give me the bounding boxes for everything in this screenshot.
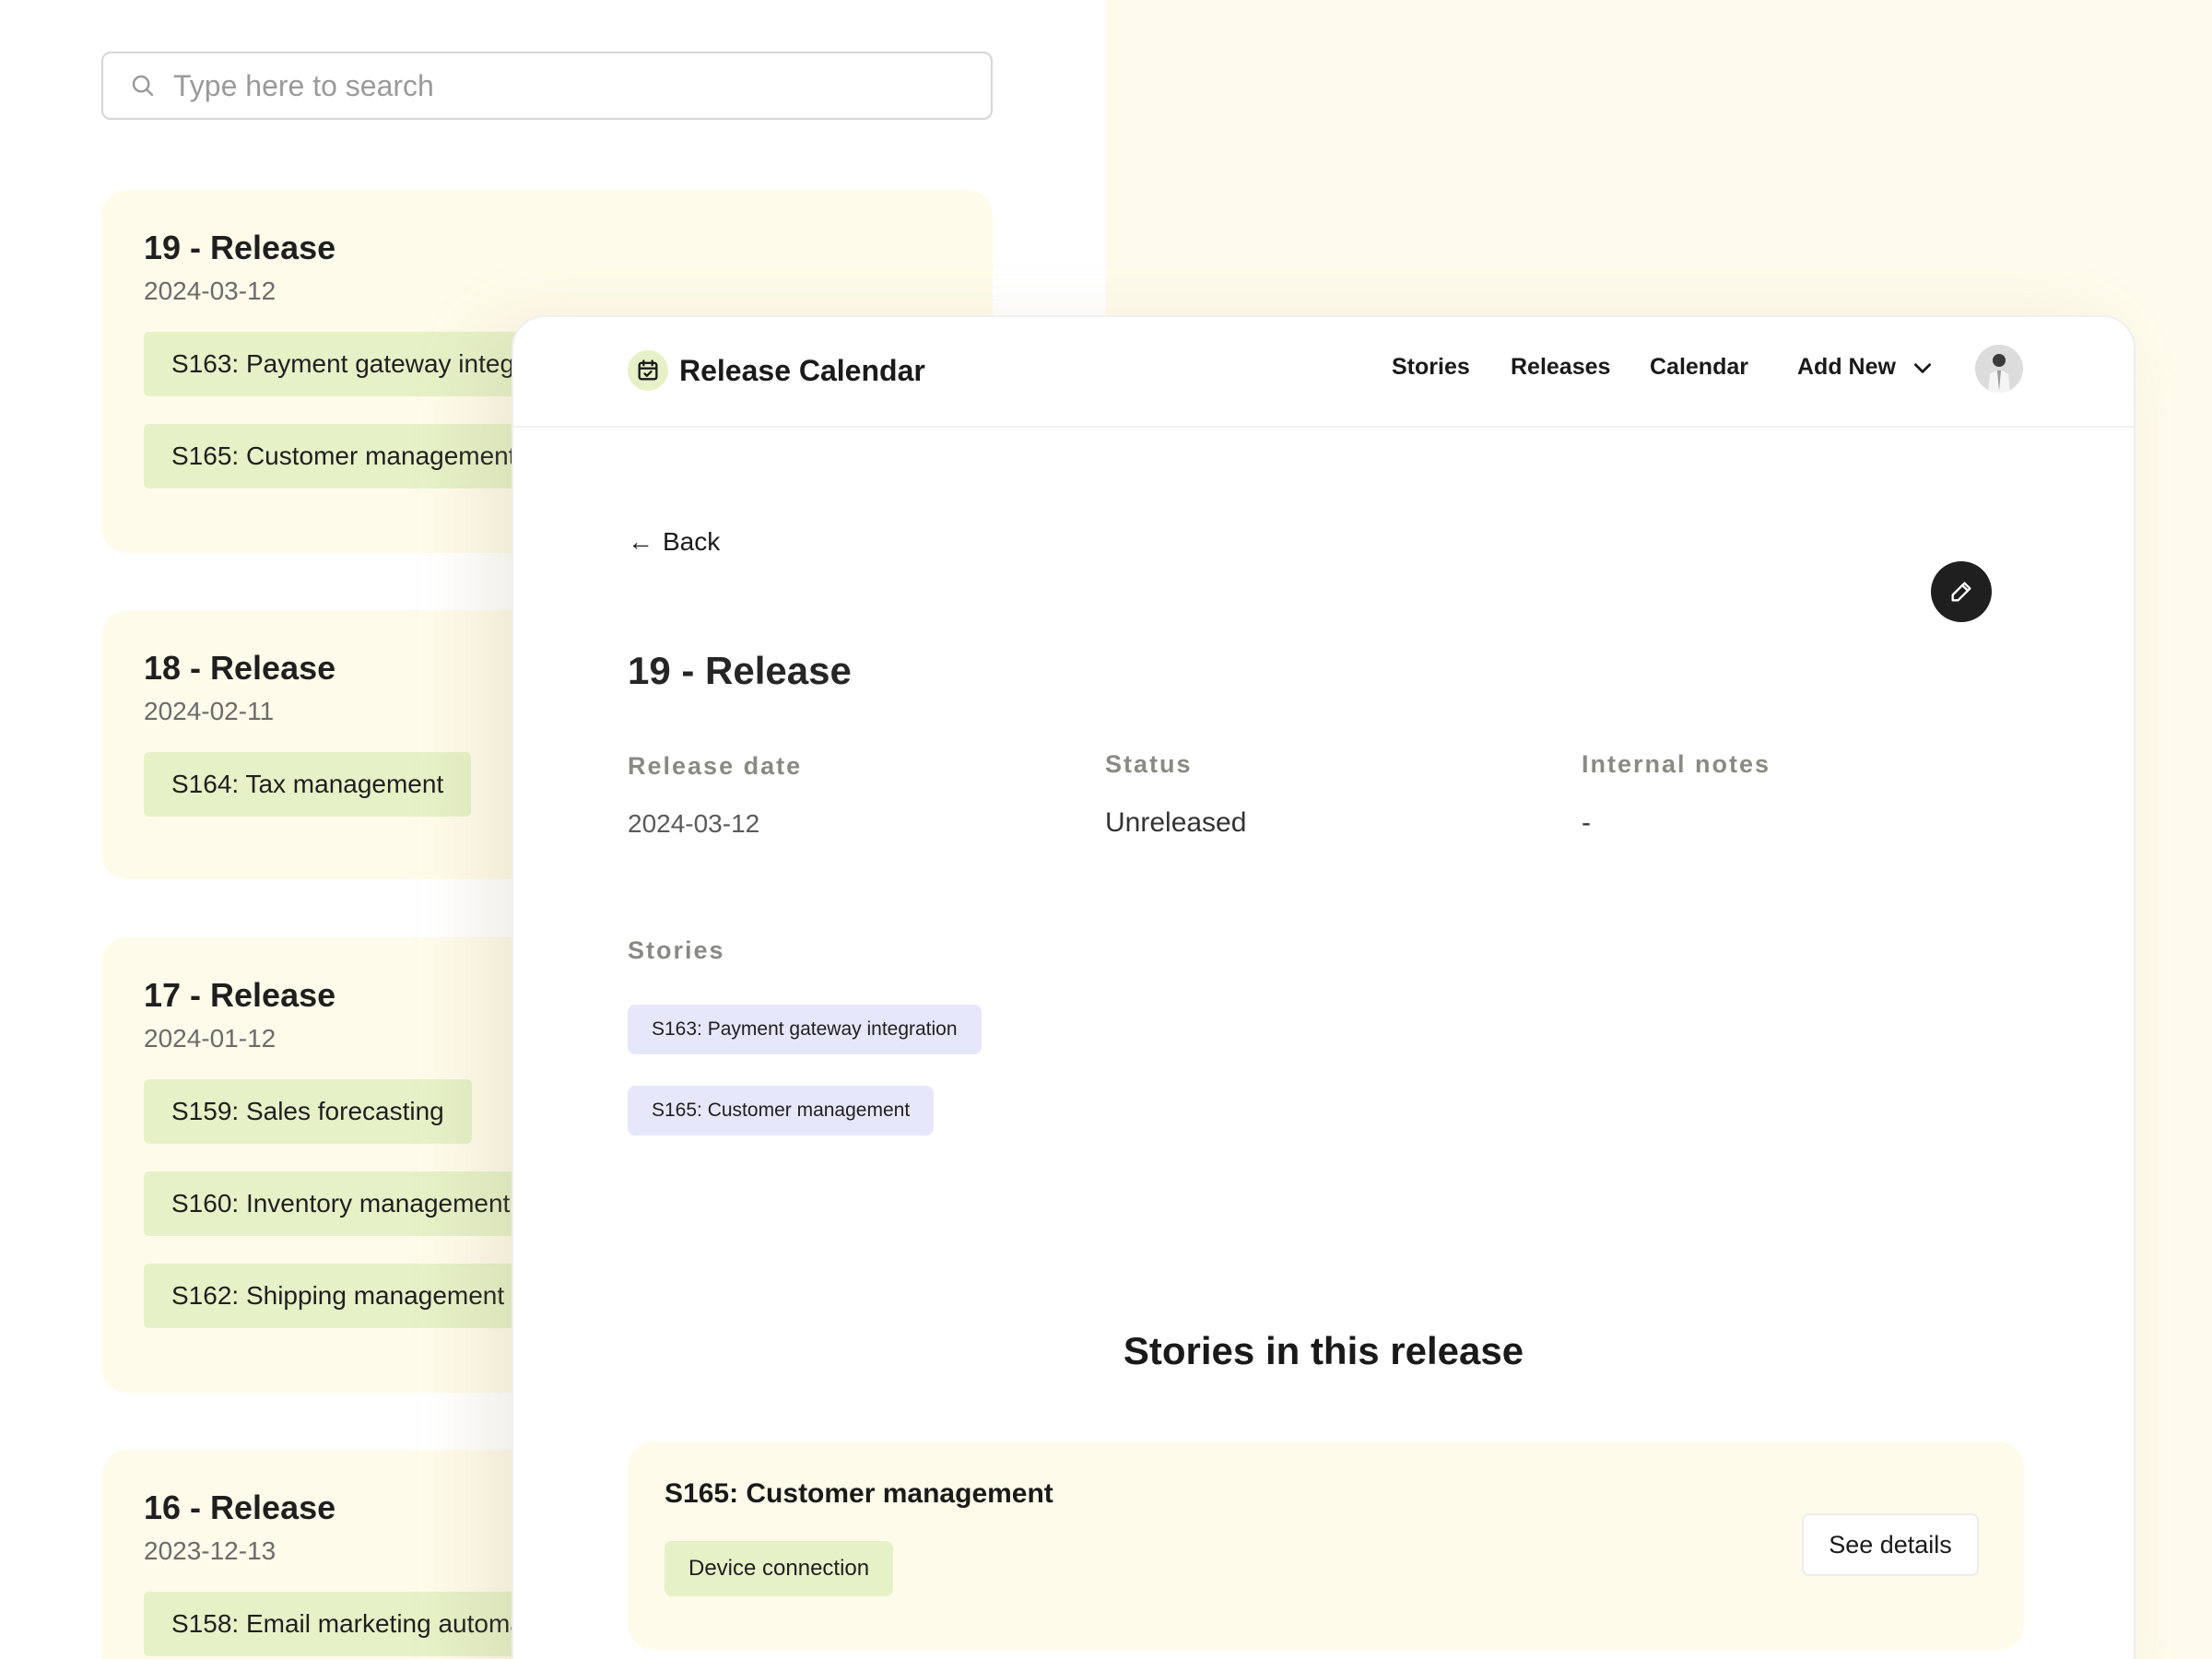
avatar[interactable] — [1975, 345, 2023, 393]
nav-calendar[interactable]: Calendar — [1650, 354, 1748, 381]
stories-label: Stories — [628, 936, 725, 964]
release-date-value: 2024-03-12 — [628, 809, 760, 838]
story-card: S165: Customer management Device connect… — [628, 1441, 2024, 1650]
story-tag[interactable]: S164: Tax management — [144, 752, 472, 817]
arrow-left-icon: ← — [628, 527, 653, 556]
section-title: Stories in this release — [1123, 1329, 1524, 1372]
story-card-tag[interactable]: Device connection — [665, 1541, 894, 1596]
calendar-check-icon — [628, 350, 668, 391]
top-navigation: Release Calendar Stories Releases Calend… — [513, 317, 2134, 428]
release-date-label: Release date — [628, 752, 803, 780]
search-input[interactable] — [173, 68, 929, 103]
story-chip[interactable]: S163: Payment gateway integration — [628, 1005, 982, 1054]
see-details-button[interactable]: See details — [1802, 1513, 1979, 1576]
release-date: 2024-03-12 — [144, 276, 276, 305]
edit-button[interactable] — [1931, 561, 1992, 622]
story-tag[interactable]: S159: Sales forecasting — [144, 1079, 472, 1144]
release-detail-window: Release Calendar Stories Releases Calend… — [512, 315, 2136, 1659]
internal-notes-label: Internal notes — [1582, 750, 1771, 778]
page-title: 19 - Release — [628, 649, 852, 692]
story-tag[interactable]: S162: Shipping management — [144, 1264, 533, 1328]
story-tag[interactable]: S165: Customer management — [144, 424, 544, 488]
pencil-icon — [1951, 582, 1971, 602]
nav-stories[interactable]: Stories — [1392, 354, 1470, 381]
back-label: Back — [663, 527, 721, 556]
user-avatar-icon — [1975, 345, 2023, 393]
chevron-down-icon — [1913, 362, 1931, 373]
add-new-dropdown[interactable]: Add New — [1797, 354, 1935, 381]
add-new-label: Add New — [1797, 354, 1896, 380]
story-tag[interactable]: S160: Inventory management — [144, 1171, 538, 1236]
internal-notes-value: - — [1582, 807, 1591, 838]
story-card-title: S165: Customer management — [665, 1478, 1053, 1509]
story-chip[interactable]: S165: Customer management — [628, 1086, 935, 1135]
nav-releases[interactable]: Releases — [1511, 354, 1610, 381]
search-icon — [132, 75, 154, 97]
brand-name: Release Calendar — [679, 353, 925, 387]
release-title: 19 - Release — [144, 229, 336, 266]
status-label: Status — [1105, 750, 1193, 778]
brand[interactable]: Release Calendar — [628, 350, 925, 391]
back-link[interactable]: ← Back — [628, 527, 720, 557]
search-box[interactable] — [101, 52, 993, 120]
status-value: Unreleased — [1105, 807, 1247, 838]
